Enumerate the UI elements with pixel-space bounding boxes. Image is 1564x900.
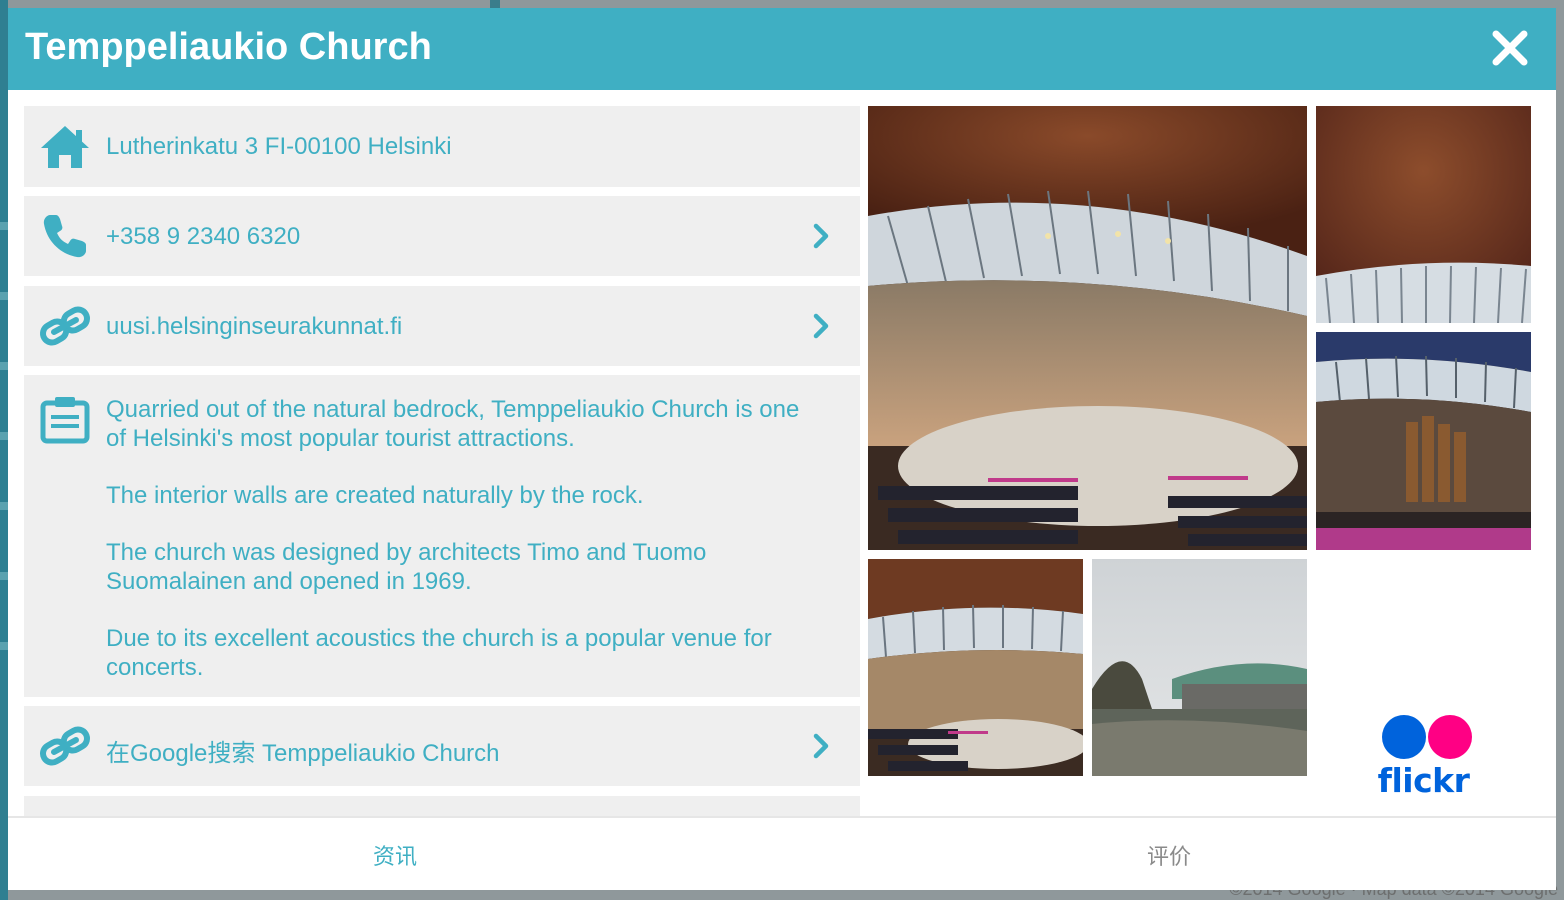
phone-icon (38, 209, 92, 263)
link-icon (38, 299, 92, 353)
close-icon[interactable] (1488, 26, 1532, 70)
photo-church-exterior[interactable] (1092, 559, 1307, 776)
dialog-header: Temppeliaukio Church (8, 8, 1556, 90)
tab-info[interactable]: 资讯 (8, 818, 782, 890)
link-icon (38, 719, 92, 773)
dialog-content: Lutherinkatu 3 FI-00100 Helsinki +358 9 … (8, 90, 1556, 858)
phone-row[interactable]: +358 9 2340 6320 (24, 196, 860, 276)
map-edge-top (490, 0, 500, 8)
tab-reviews[interactable]: 评价 (782, 818, 1556, 890)
description-paragraph: Due to its excellent acoustics the churc… (106, 625, 772, 681)
photo-church-interior-wide[interactable] (868, 106, 1307, 550)
photo-church-interior-side[interactable] (868, 559, 1083, 776)
clipboard-icon (38, 393, 92, 447)
map-edge (0, 160, 8, 700)
dialog-title: Temppeliaukio Church (25, 26, 432, 68)
list-item (24, 796, 860, 816)
chevron-right-icon (812, 223, 830, 249)
address-text: Lutherinkatu 3 FI-00100 Helsinki (106, 133, 452, 160)
description-text: Quarried out of the natural bedrock, Tem… (106, 395, 806, 710)
description-paragraph: Quarried out of the natural bedrock, Tem… (106, 396, 800, 452)
description-paragraph: The interior walls are created naturally… (106, 482, 644, 509)
description-paragraph: The church was designed by architects Ti… (106, 539, 707, 595)
website-row[interactable]: uusi.helsinginseurakunnat.fi (24, 286, 860, 366)
chevron-right-icon (812, 733, 830, 759)
home-icon (38, 120, 92, 174)
address-row: Lutherinkatu 3 FI-00100 Helsinki (24, 106, 860, 187)
place-details-dialog: Temppeliaukio Church Lutherinkatu 3 FI-0… (8, 8, 1556, 890)
chevron-right-icon (812, 313, 830, 339)
description-row: Quarried out of the natural bedrock, Tem… (24, 375, 860, 697)
photo-church-organ[interactable] (1316, 332, 1531, 550)
flickr-label: flickr (1377, 761, 1470, 800)
tab-bar: 资讯 评价 (8, 816, 1556, 890)
phone-text: +358 9 2340 6320 (106, 223, 301, 250)
website-text: uusi.helsinginseurakunnat.fi (106, 313, 403, 340)
google-search-row[interactable]: 在Google搜索 Temppeliaukio Church (24, 706, 860, 786)
flickr-logo-icon (1381, 714, 1473, 760)
google-search-text: 在Google搜索 Temppeliaukio Church (106, 740, 500, 767)
photo-church-ceiling[interactable] (1316, 106, 1531, 323)
